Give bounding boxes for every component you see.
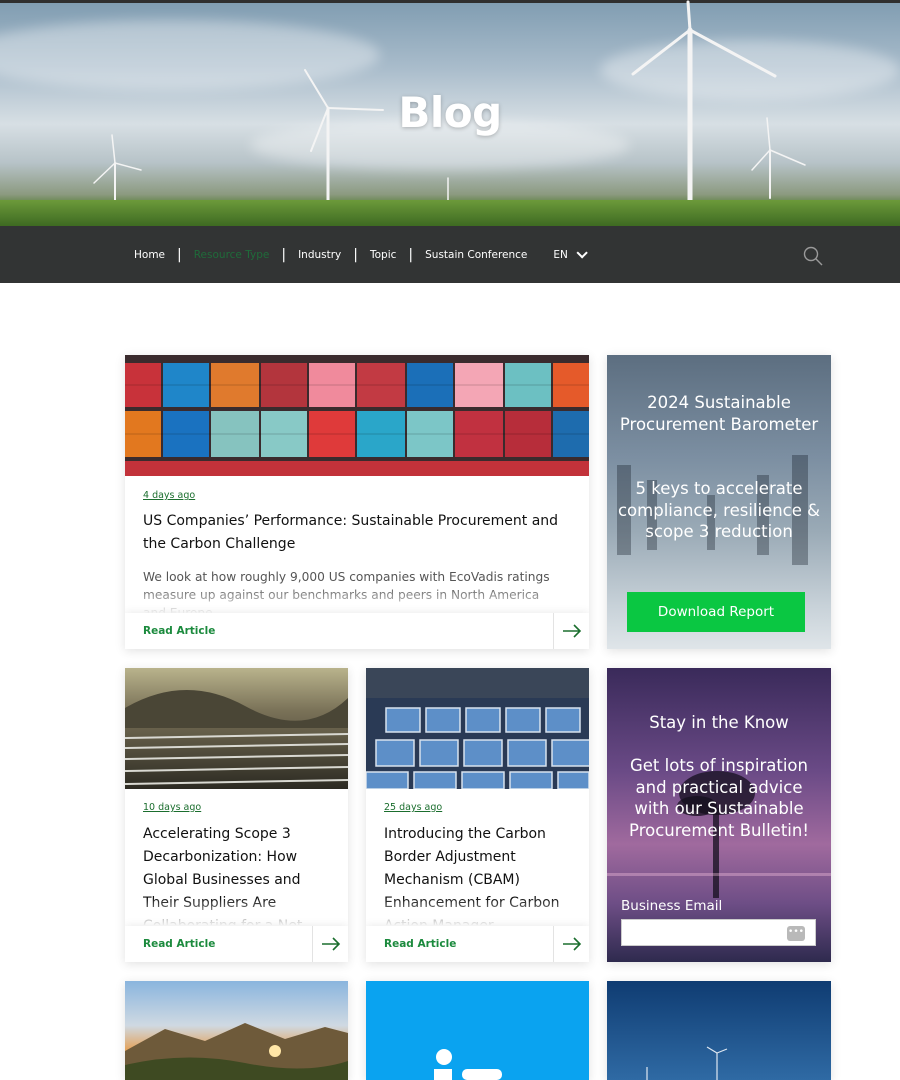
email-label: Business Email <box>621 898 723 914</box>
nav-item-resource-type[interactable]: Resource Type <box>182 249 282 261</box>
main-navigation: Home | Resource Type | Industry | Topic … <box>0 226 900 283</box>
chevron-down-icon <box>576 246 588 259</box>
nav-item-home[interactable]: Home <box>122 249 177 261</box>
download-report-button[interactable]: Download Report <box>627 592 805 632</box>
article-card[interactable]: 10 days ago Accelerating Scope 3 Decarbo… <box>125 668 348 962</box>
report-heading: 2024 Sustainable Procurement Barometer <box>619 393 819 434</box>
article-date[interactable]: 4 days ago <box>143 490 195 501</box>
newsletter-promo-card: Stay in the Know Get lots of inspiration… <box>607 668 831 962</box>
text-fade <box>366 898 589 926</box>
email-field[interactable]: ••• <box>621 919 816 946</box>
arrow-right-icon[interactable] <box>553 613 589 649</box>
read-article-link[interactable]: Read Article <box>143 938 215 950</box>
report-promo-card: 2024 Sustainable Procurement Barometer 5… <box>607 355 831 649</box>
newsletter-heading: Stay in the Know <box>649 713 789 732</box>
article-card[interactable]: 25 days ago Introducing the Carbon Borde… <box>366 668 589 962</box>
language-selector[interactable]: EN <box>553 246 588 261</box>
hero-banner: Blog <box>0 0 900 226</box>
nav-items: Home | Resource Type | Industry | Topic … <box>122 226 588 283</box>
read-article-link[interactable]: Read Article <box>384 938 456 950</box>
solar-lake-image <box>125 668 348 789</box>
article-footer: Read Article <box>366 926 589 962</box>
text-fade <box>125 586 589 614</box>
nav-item-industry[interactable]: Industry <box>286 249 353 261</box>
page-title: Blog <box>398 88 502 137</box>
text-fade <box>125 898 348 926</box>
article-date[interactable]: 25 days ago <box>384 802 442 813</box>
nav-item-sustain-conference[interactable]: Sustain Conference <box>413 249 539 261</box>
article-card[interactable]: 4 days ago US Companies’ Performance: Su… <box>125 355 589 649</box>
arrow-right-icon[interactable] <box>553 926 589 962</box>
shipping-containers-image <box>125 355 589 476</box>
article-title[interactable]: US Companies’ Performance: Sustainable P… <box>143 510 571 556</box>
article-card[interactable] <box>125 981 348 1080</box>
ocean-turbines-image <box>607 981 831 1080</box>
newsletter-body: Get lots of inspiration and practical ad… <box>629 756 809 840</box>
solar-roof-image <box>366 668 589 789</box>
article-footer: Read Article <box>125 926 348 962</box>
article-date[interactable]: 10 days ago <box>143 802 201 813</box>
read-article-link[interactable]: Read Article <box>143 625 215 637</box>
mountain-sunset-image <box>125 981 348 1080</box>
search-icon[interactable] <box>803 246 823 266</box>
autofill-icon[interactable]: ••• <box>787 926 805 941</box>
nav-item-topic[interactable]: Topic <box>358 249 408 261</box>
arrow-right-icon[interactable] <box>312 926 348 962</box>
article-card[interactable] <box>607 981 831 1080</box>
report-subheading: 5 keys to accelerate compliance, resilie… <box>617 479 821 541</box>
article-card[interactable] <box>366 981 589 1080</box>
language-label: EN <box>553 248 568 261</box>
brand-graphic-image <box>366 981 589 1080</box>
grass-field <box>0 200 900 226</box>
article-footer: Read Article <box>125 613 589 649</box>
